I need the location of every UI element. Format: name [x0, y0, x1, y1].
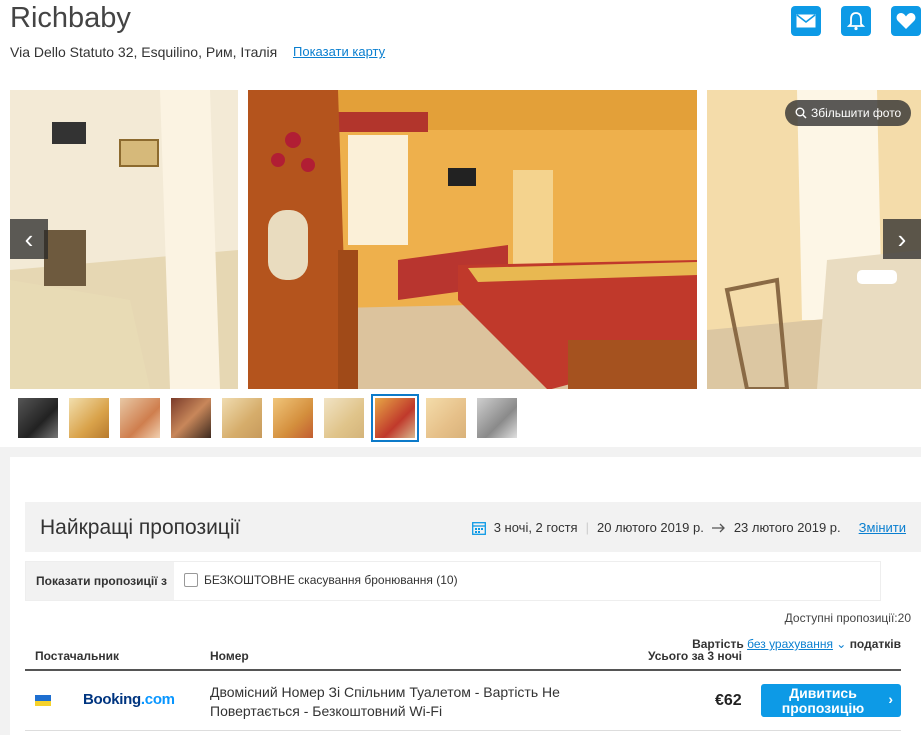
zoom-icon — [795, 107, 807, 119]
view-offer-label: Дивитись пропозицію — [781, 685, 865, 716]
room-name[interactable]: Двомісний Номер Зі Спільним Туалетом - В… — [210, 683, 590, 721]
checkout-date: 23 лютого 2019 р. — [733, 520, 841, 535]
header-actions — [791, 6, 921, 36]
gallery-thumbnail[interactable] — [426, 398, 466, 438]
gallery-thumbnail[interactable] — [477, 398, 517, 438]
show-map-link[interactable]: Показати карту — [293, 44, 385, 59]
gallery-thumbnail[interactable] — [120, 398, 160, 438]
nights-guests: 3 ночі, 2 гостя — [493, 520, 578, 535]
favorite-button[interactable] — [891, 6, 921, 36]
price-alert-button[interactable] — [841, 6, 871, 36]
offer-price: €62 — [715, 692, 742, 709]
chevron-right-icon: › — [897, 223, 907, 254]
gallery-thumbnail[interactable] — [171, 398, 211, 438]
gallery-thumbnail-active[interactable] — [371, 394, 419, 442]
zoom-photo-button[interactable]: Збільшити фото — [785, 100, 912, 126]
gallery-thumbnail[interactable] — [69, 398, 109, 438]
zoom-photo-label: Збільшити фото — [811, 106, 902, 120]
gallery-thumbnail[interactable] — [273, 398, 313, 438]
free-cancellation-checkbox[interactable] — [184, 573, 198, 587]
photo-gallery: ‹ › Збільшити фото — [0, 80, 921, 447]
hotel-address: Via Dello Statuto 32, Esquilino, Рим, Іт… — [10, 44, 278, 60]
free-cancellation-label: БЕЗКОШТОВНЕ скасування бронювання (10) — [204, 573, 458, 587]
chevron-right-icon: › — [888, 691, 893, 707]
email-button[interactable] — [791, 6, 821, 36]
arrow-right-icon — [711, 523, 725, 532]
col-room: Номер — [210, 649, 249, 663]
gallery-prev-button[interactable]: ‹ — [10, 219, 48, 259]
chevron-down-icon: ⌄ — [832, 637, 847, 651]
hotel-header: Richbaby Via Dello Statuto 32, Esquilino… — [0, 0, 921, 80]
offers-filter: Показати пропозиції з БЕЗКОШТОВНЕ скасув… — [25, 561, 881, 601]
offers-table-header: Постачальник Номер Усього за 3 ночі Варт… — [25, 637, 901, 671]
chevron-left-icon: ‹ — [24, 223, 34, 254]
hotel-name: Richbaby — [10, 2, 131, 34]
offers-section: Найкращі пропозиції 3 ночі, 2 гостя | 20… — [10, 457, 921, 735]
heart-icon — [896, 13, 916, 29]
col-provider: Постачальник — [35, 649, 119, 663]
free-cancellation-filter[interactable]: БЕЗКОШТОВНЕ скасування бронювання (10) — [184, 573, 458, 587]
change-dates-link[interactable]: Змінити — [859, 520, 906, 535]
gallery-thumbnail[interactable] — [222, 398, 262, 438]
divider: | — [585, 520, 589, 535]
filter-label: Показати пропозиції з — [26, 562, 174, 600]
tax-toggle-link[interactable]: без урахування — [747, 637, 833, 651]
price-tax-note: Вартість без урахування ⌄ податків — [692, 637, 901, 652]
offers-header: Найкращі пропозиції 3 ночі, 2 гостя | 20… — [25, 502, 921, 552]
view-offer-button[interactable]: Дивитись пропозицію › — [761, 684, 901, 717]
gallery-thumbnail[interactable] — [18, 398, 58, 438]
provider-logo[interactable]: Booking.com — [83, 691, 175, 708]
offer-row: Booking.com Двомісний Номер Зі Спільним … — [25, 673, 901, 731]
bell-icon — [847, 12, 865, 31]
hotel-photo-main[interactable] — [248, 90, 697, 389]
available-offers-count: Доступні пропозиції:20 — [784, 611, 911, 625]
calendar-icon — [471, 521, 486, 535]
gallery-thumbnail[interactable] — [324, 398, 364, 438]
stay-summary: 3 ночі, 2 гостя | 20 лютого 2019 р. 23 л… — [471, 520, 906, 535]
checkin-date: 20 лютого 2019 р. — [596, 520, 704, 535]
ukraine-flag-icon — [35, 695, 51, 706]
thumbnail-strip — [18, 394, 517, 442]
gallery-next-button[interactable]: › — [883, 219, 921, 259]
price-prefix: Вартість — [692, 637, 744, 651]
envelope-icon — [796, 14, 816, 28]
offers-title: Найкращі пропозиції — [40, 516, 241, 539]
price-suffix: податків — [849, 637, 901, 651]
